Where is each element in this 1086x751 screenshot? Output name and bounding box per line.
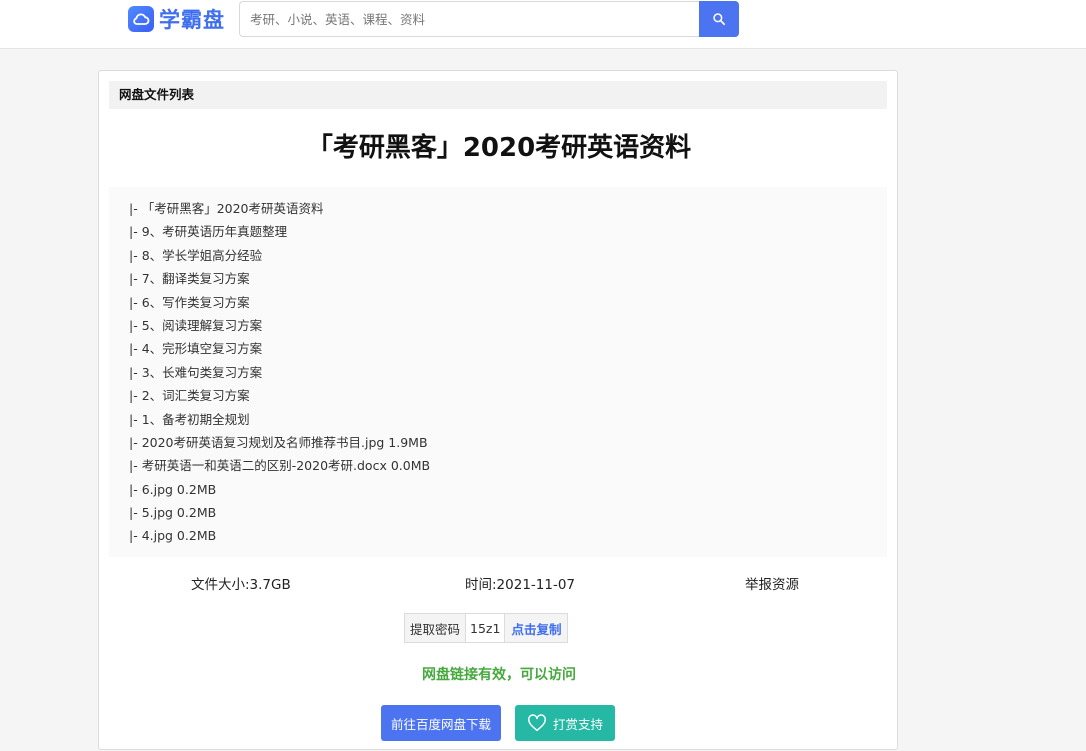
top-bar: 学霸盘 <box>0 0 1086 49</box>
search-icon <box>713 13 726 26</box>
file-item: |- 4、完形填空复习方案 <box>129 341 263 357</box>
download-button-label: 前往百度网盘下载 <box>390 717 491 732</box>
resource-card: 网盘文件列表 「考研黑客」2020考研英语资料 |- 「考研黑客」2020考研英… <box>98 70 898 750</box>
support-button[interactable]: 打赏支持 <box>515 705 615 741</box>
section-label: 网盘文件列表 <box>109 81 887 109</box>
file-item: |- 2、词汇类复习方案 <box>129 388 250 404</box>
file-item: |- 5.jpg 0.2MB <box>129 505 217 521</box>
copy-button[interactable]: 点击复制 <box>505 614 567 642</box>
file-tree: |- 「考研黑客」2020考研英语资料 |- 9、考研英语历年真题整理 |- 8… <box>109 187 887 557</box>
page-title: 「考研黑客」2020考研英语资料 <box>306 133 692 163</box>
file-item: |- 1、备考初期全规划 <box>129 411 250 427</box>
upload-time: 时间:2021-11-07 <box>465 577 576 593</box>
cloud-icon <box>128 6 154 32</box>
link-status: 网盘链接有效，可以访问 <box>422 667 576 683</box>
support-button-label: 打赏支持 <box>552 717 603 732</box>
search-bar <box>239 1 739 37</box>
file-item: |- 2020考研英语复习规划及名师推荐书目.jpg 1.9MB <box>129 434 428 450</box>
file-item: |- 5、阅读理解复习方案 <box>129 317 263 333</box>
search-button[interactable] <box>699 1 739 37</box>
file-item: |- 6.jpg 0.2MB <box>129 481 217 497</box>
file-item: |- 「考研黑客」2020考研英语资料 <box>129 201 324 216</box>
file-item: |- 考研英语一和英语二的区别-2020考研.docx 0.0MB <box>129 458 431 474</box>
heart-icon <box>528 714 546 732</box>
download-button[interactable]: 前往百度网盘下载 <box>381 705 501 741</box>
site-logo[interactable]: 学霸盘 <box>128 5 225 33</box>
file-item: |- 3、长难句类复习方案 <box>129 364 263 380</box>
password-label: 提取密码 <box>410 621 461 637</box>
password-box: 提取密码 15z1 点击复制 <box>404 613 569 643</box>
logo-text: 学霸盘 <box>159 8 225 32</box>
report-link[interactable]: 举报资源 <box>745 573 799 593</box>
file-item: |- 8、学长学姐高分经验 <box>129 247 263 263</box>
file-item: |- 4.jpg 0.2MB <box>129 528 217 544</box>
file-item: |- 7、翻译类复习方案 <box>129 271 250 287</box>
password-code[interactable]: 15z1 <box>465 614 506 642</box>
file-item: |- 6、写作类复习方案 <box>129 294 250 310</box>
file-item: |- 9、考研英语历年真题整理 <box>129 224 288 240</box>
file-size: 文件大小:3.7GB <box>191 577 291 593</box>
search-input[interactable] <box>239 1 699 37</box>
